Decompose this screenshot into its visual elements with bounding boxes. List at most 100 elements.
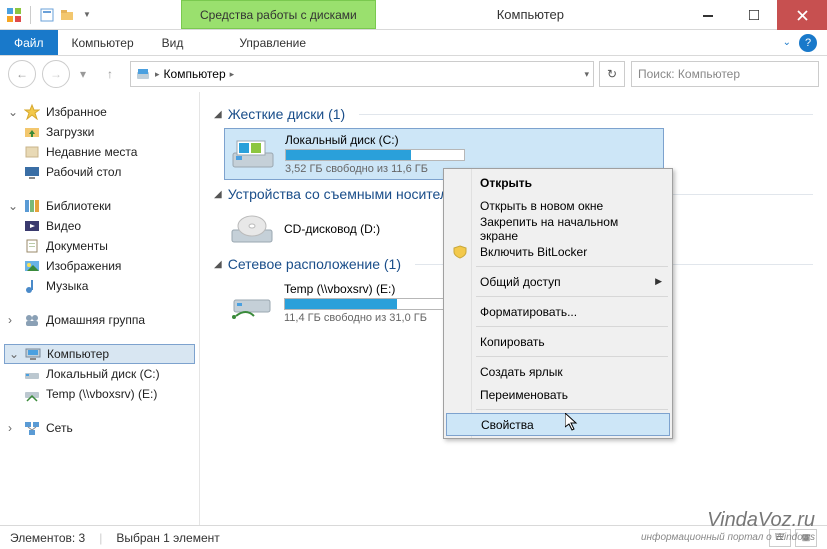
chevron-down-icon[interactable]: ▼ bbox=[79, 7, 95, 23]
sidebar-item-label: Загрузки bbox=[46, 125, 94, 139]
drive-free-text: 3,52 ГБ свободно из 11,6 ГБ bbox=[285, 163, 465, 175]
up-button[interactable]: ↑ bbox=[96, 60, 124, 88]
sidebar-item-label: Компьютер bbox=[47, 347, 109, 361]
sidebar-favorites[interactable]: ⌄ Избранное bbox=[4, 102, 195, 122]
separator bbox=[476, 326, 668, 327]
ribbon-contextual-tab-title: Средства работы с дисками bbox=[181, 0, 376, 29]
video-icon bbox=[24, 218, 40, 234]
sidebar-item-label: Домашняя группа bbox=[46, 313, 145, 327]
capacity-bar bbox=[285, 149, 465, 161]
collapse-icon[interactable]: ⌄ bbox=[8, 199, 18, 213]
sidebar-item-label: Избранное bbox=[46, 105, 107, 119]
drive-name: Temp (\\vboxsrv) (E:) bbox=[284, 282, 464, 296]
ctx-open[interactable]: Открыть bbox=[446, 171, 670, 194]
forward-button[interactable]: → bbox=[42, 60, 70, 88]
history-dropdown[interactable]: ▾ bbox=[76, 67, 90, 81]
sidebar-item-label: Библиотеки bbox=[46, 199, 111, 213]
ctx-bitlocker[interactable]: Включить BitLocker bbox=[446, 240, 670, 263]
libraries-icon bbox=[24, 198, 40, 214]
sidebar-item-label: Недавние места bbox=[46, 145, 137, 159]
hdd-icon bbox=[231, 137, 275, 171]
collapse-icon[interactable]: ◢ bbox=[214, 109, 222, 120]
sidebar-item-videos[interactable]: Видео bbox=[4, 216, 195, 236]
drive-name: Локальный диск (C:) bbox=[285, 133, 465, 147]
collapse-icon[interactable]: ⌄ bbox=[9, 347, 19, 361]
ctx-create-shortcut[interactable]: Создать ярлык bbox=[446, 360, 670, 383]
sidebar-item-desktop[interactable]: Рабочий стол bbox=[4, 162, 195, 182]
watermark-subtitle: информационный портал о Windows bbox=[641, 532, 815, 543]
sidebar-item-pictures[interactable]: Изображения bbox=[4, 256, 195, 276]
sidebar-item-local-disk[interactable]: Локальный диск (C:) bbox=[4, 364, 195, 384]
status-selection: Выбран 1 элемент bbox=[116, 531, 219, 545]
ctx-pin-start[interactable]: Закрепить на начальном экране bbox=[446, 217, 670, 240]
separator bbox=[476, 409, 668, 410]
breadcrumb-item[interactable]: Компьютер ▸ bbox=[164, 67, 235, 81]
capacity-fill bbox=[286, 150, 411, 160]
search-input[interactable]: Поиск: Компьютер bbox=[631, 61, 819, 87]
separator bbox=[359, 114, 813, 115]
music-icon bbox=[24, 278, 40, 294]
collapse-icon[interactable]: ◢ bbox=[214, 189, 222, 200]
tab-view[interactable]: Вид bbox=[148, 30, 198, 55]
shield-icon bbox=[452, 244, 468, 260]
sidebar-item-music[interactable]: Музыка bbox=[4, 276, 195, 296]
expand-icon[interactable]: › bbox=[8, 421, 18, 435]
sidebar-computer[interactable]: ⌄ Компьютер bbox=[4, 344, 195, 364]
drive-icon bbox=[24, 366, 40, 382]
address-dropdown-icon[interactable]: ▾ bbox=[584, 69, 589, 80]
breadcrumb-label: Компьютер bbox=[164, 67, 226, 81]
sidebar-item-label: Изображения bbox=[46, 259, 121, 273]
capacity-bar bbox=[284, 298, 464, 310]
titlebar: ▼ Средства работы с дисками Компьютер bbox=[0, 0, 827, 30]
desktop-icon bbox=[24, 164, 40, 180]
folder-icon bbox=[24, 124, 40, 140]
watermark-title: VindaVoz.ru bbox=[641, 509, 815, 532]
close-button[interactable] bbox=[777, 0, 827, 30]
refresh-button[interactable]: ↻ bbox=[599, 61, 625, 87]
ctx-format[interactable]: Форматировать... bbox=[446, 300, 670, 323]
sidebar-item-label: Temp (\\vboxsrv) (E:) bbox=[46, 387, 157, 401]
navigation-pane: ⌄ Избранное Загрузки Недавние места Рабо… bbox=[0, 92, 200, 525]
window-controls bbox=[685, 0, 827, 29]
sidebar-item-network-drive[interactable]: Temp (\\vboxsrv) (E:) bbox=[4, 384, 195, 404]
chevron-down-icon[interactable]: ⌄ bbox=[783, 37, 791, 48]
group-title: Жесткие диски (1) bbox=[228, 106, 346, 122]
sidebar-item-downloads[interactable]: Загрузки bbox=[4, 122, 195, 142]
submenu-arrow-icon: ▶ bbox=[655, 276, 662, 287]
sidebar-network[interactable]: › Сеть bbox=[4, 418, 195, 438]
sidebar-item-documents[interactable]: Документы bbox=[4, 236, 195, 256]
breadcrumb-root[interactable]: ▸ bbox=[135, 66, 160, 82]
quick-access-toolbar: ▼ bbox=[0, 0, 101, 29]
minimize-button[interactable] bbox=[685, 0, 731, 30]
group-header-hdd[interactable]: ◢ Жесткие диски (1) bbox=[214, 106, 813, 122]
tab-manage[interactable]: Управление bbox=[225, 30, 320, 55]
maximize-button[interactable] bbox=[731, 0, 777, 30]
ctx-share[interactable]: Общий доступ▶ bbox=[446, 270, 670, 293]
sidebar-item-recent[interactable]: Недавние места bbox=[4, 142, 195, 162]
sidebar-libraries[interactable]: ⌄ Библиотеки bbox=[4, 196, 195, 216]
sidebar-item-label: Локальный диск (C:) bbox=[46, 367, 160, 381]
drive-free-text: 11,4 ГБ свободно из 31,0 ГБ bbox=[284, 312, 464, 324]
collapse-icon[interactable]: ⌄ bbox=[8, 105, 18, 119]
ctx-copy[interactable]: Копировать bbox=[446, 330, 670, 353]
separator bbox=[476, 296, 668, 297]
separator bbox=[30, 6, 31, 24]
address-bar[interactable]: ▸ Компьютер ▸ ▾ bbox=[130, 61, 594, 87]
group-title: Сетевое расположение (1) bbox=[228, 256, 401, 272]
ctx-properties[interactable]: Свойства bbox=[446, 413, 670, 436]
properties-icon[interactable] bbox=[39, 7, 55, 23]
tab-computer[interactable]: Компьютер bbox=[58, 30, 148, 55]
tab-file[interactable]: Файл bbox=[0, 30, 58, 55]
expand-icon[interactable]: › bbox=[8, 313, 18, 327]
sidebar-homegroup[interactable]: › Домашняя группа bbox=[4, 310, 195, 330]
ribbon-tabs: Файл Компьютер Вид Управление ⌄ ? bbox=[0, 30, 827, 56]
app-icon bbox=[6, 7, 22, 23]
computer-icon bbox=[25, 346, 41, 362]
help-icon[interactable]: ? bbox=[799, 34, 817, 52]
sidebar-item-label: Документы bbox=[46, 239, 108, 253]
ctx-rename[interactable]: Переименовать bbox=[446, 383, 670, 406]
back-button[interactable]: ← bbox=[8, 60, 36, 88]
collapse-icon[interactable]: ◢ bbox=[214, 259, 222, 270]
folder-icon[interactable] bbox=[59, 7, 75, 23]
cd-icon bbox=[230, 212, 274, 246]
